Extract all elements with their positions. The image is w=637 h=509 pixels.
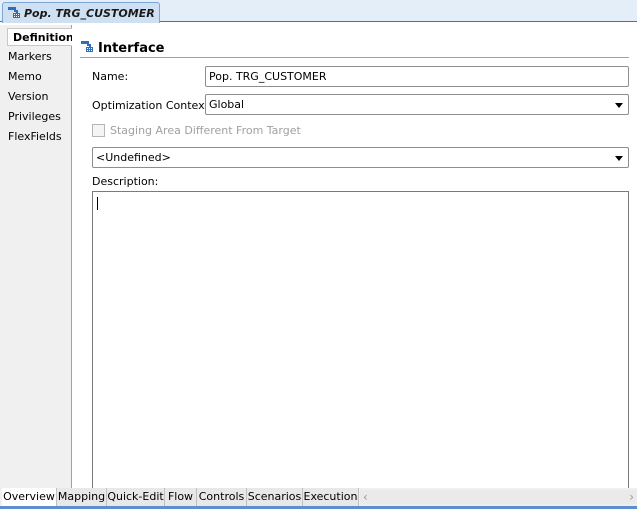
section-header: Interface [80,39,165,57]
interface-icon [7,5,21,22]
staging-area-checkbox-row[interactable]: Staging Area Different From Target [92,124,301,137]
tab-quick-edit[interactable]: Quick-Edit [107,488,165,506]
name-field[interactable]: Pop. TRG_CUSTOMER [205,66,629,87]
optimization-context-select[interactable]: Global [205,94,629,115]
tab-execution[interactable]: Execution [303,488,359,506]
sidebar-item-markers[interactable]: Markers [8,48,52,66]
editor-tab[interactable]: Pop. TRG_CUSTOMER [2,2,160,23]
tab-overview[interactable]: Overview [2,488,57,506]
tab-mapping[interactable]: Mapping [57,488,107,506]
section-title: Interface [98,40,165,56]
sidebar-item-version[interactable]: Version [8,88,48,106]
staging-area-label: Staging Area Different From Target [110,124,301,137]
staging-area-checkbox[interactable] [92,124,105,137]
section-divider [80,57,629,58]
optimization-context-label: Optimization Context: [92,99,213,112]
staging-area-value: <Undefined> [96,151,171,164]
description-textarea[interactable] [92,191,629,491]
scroll-right-icon[interactable]: › [629,490,634,504]
name-label: Name: [92,70,129,83]
editor-tab-title: Pop. TRG_CUSTOMER [24,6,155,20]
horizontal-scrollbar[interactable]: ‹ › [360,490,637,504]
tab-scenarios[interactable]: Scenarios [247,488,303,506]
sidebar-item-definition[interactable]: Definition [7,28,74,46]
sidebar: Definition Markers Memo Version Privileg… [0,25,74,488]
definition-panel: Interface Name: Pop. TRG_CUSTOMER Optimi… [72,25,637,491]
description-label: Description: [92,175,159,188]
staging-area-select[interactable]: <Undefined> [92,147,629,168]
interface-icon [80,39,94,57]
scroll-left-icon[interactable]: ‹ [363,490,368,504]
optimization-context-value: Global [209,98,245,111]
sidebar-item-flexfields[interactable]: FlexFields [8,128,62,146]
tab-controls[interactable]: Controls [197,488,247,506]
chevron-down-icon [615,156,623,161]
chevron-down-icon [615,103,623,108]
editor-tab-bar: Pop. TRG_CUSTOMER [0,0,637,23]
sidebar-item-privileges[interactable]: Privileges [8,108,61,126]
text-caret [97,197,98,210]
sidebar-item-memo[interactable]: Memo [8,68,42,86]
tab-flow[interactable]: Flow [165,488,197,506]
